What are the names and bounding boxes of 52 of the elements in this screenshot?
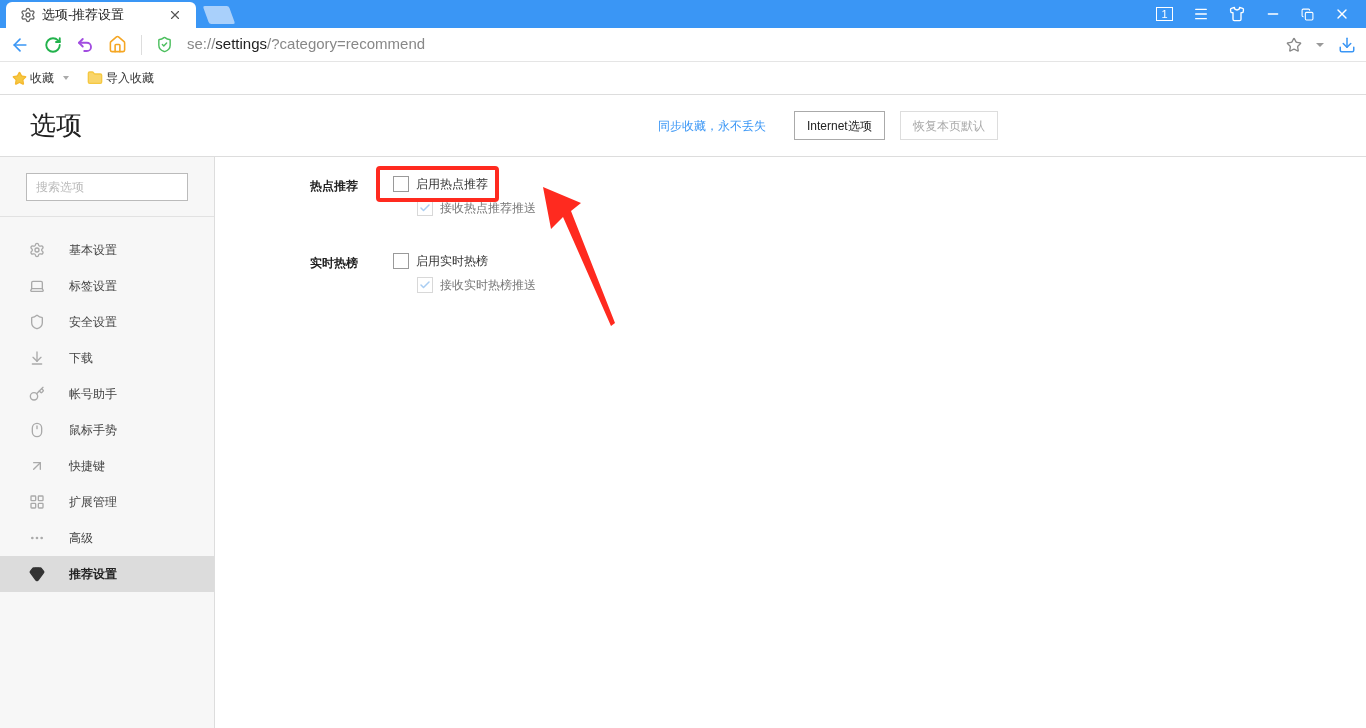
- grid-icon: [29, 494, 45, 510]
- shirt-icon[interactable]: [1229, 6, 1245, 22]
- browser-tab[interactable]: 选项-推荐设置: [6, 2, 196, 28]
- section-title: 实时热榜: [310, 255, 359, 272]
- sidebar-item[interactable]: 标签设置: [0, 268, 214, 304]
- key-icon: [29, 386, 45, 402]
- home-icon[interactable]: [108, 35, 127, 54]
- sidebar-item[interactable]: 快捷键: [0, 448, 214, 484]
- sidebar-item[interactable]: 推荐设置: [0, 556, 214, 592]
- menu-icon[interactable]: [1193, 6, 1209, 22]
- caret-icon: [63, 76, 69, 80]
- checkbox[interactable]: [393, 253, 409, 269]
- star-icon[interactable]: [1286, 36, 1302, 53]
- checkbox-label: 启用实时热榜: [416, 253, 488, 270]
- action-button[interactable]: Internet选项: [794, 111, 885, 140]
- bookmark[interactable]: 收藏: [12, 69, 69, 87]
- sidebar-item[interactable]: 基本设置: [0, 232, 214, 268]
- sidebar-item[interactable]: 下载: [0, 340, 214, 376]
- gear-icon: [29, 242, 45, 258]
- sidebar-item[interactable]: 帐号助手: [0, 376, 214, 412]
- gear-icon: [20, 7, 36, 23]
- folder-icon: [87, 70, 103, 86]
- gem-icon: [29, 566, 45, 582]
- caret-icon[interactable]: [1316, 42, 1324, 47]
- checkbox-label: 接收热点推荐推送: [440, 200, 536, 217]
- shield-icon: [29, 314, 45, 330]
- undo-icon[interactable]: [76, 35, 94, 54]
- sidebar-item[interactable]: 高级: [0, 520, 214, 556]
- close-icon[interactable]: [168, 8, 182, 22]
- laptop-icon: [29, 278, 45, 294]
- section-title: 热点推荐: [310, 178, 359, 195]
- sidebar-item[interactable]: 鼠标手势: [0, 412, 214, 448]
- page-title: 选项: [30, 109, 83, 142]
- reload-icon[interactable]: [44, 35, 62, 54]
- checkbox-label: 接收实时热榜推送: [440, 277, 536, 294]
- bookmark[interactable]: 导入收藏: [87, 69, 154, 87]
- address-field[interactable]: se://settings/?category=recommend: [187, 33, 1272, 56]
- tab-title: 选项-推荐设置: [42, 6, 126, 25]
- sidebar-item[interactable]: 安全设置: [0, 304, 214, 340]
- star-icon: [12, 70, 27, 86]
- check-icon: [419, 279, 431, 291]
- mouse-icon: [29, 422, 45, 438]
- download-icon: [29, 350, 45, 366]
- restore-icon[interactable]: [1301, 7, 1314, 21]
- download-icon[interactable]: [1338, 35, 1356, 54]
- check-icon: [419, 202, 431, 214]
- sidebar-item[interactable]: 扩展管理: [0, 484, 214, 520]
- checkbox-label: 启用热点推荐: [416, 176, 488, 193]
- search-field[interactable]: 搜索选项: [26, 172, 188, 201]
- new-tab-button[interactable]: [202, 6, 236, 24]
- shield-icon: [156, 36, 173, 53]
- checkbox[interactable]: [393, 176, 409, 192]
